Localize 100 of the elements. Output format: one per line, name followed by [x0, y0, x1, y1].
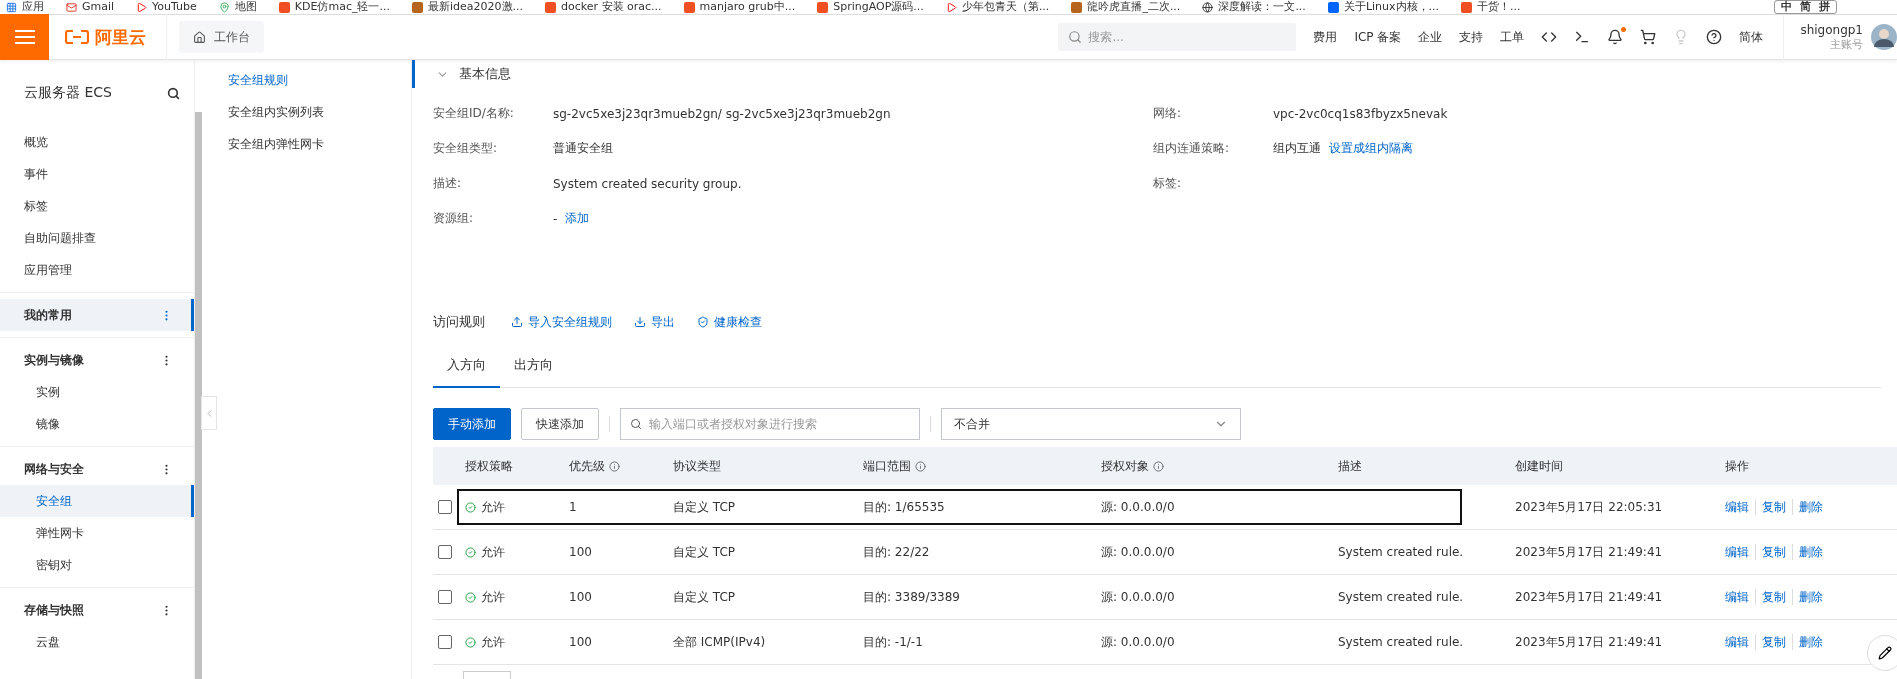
row-action-link[interactable]: 删除: [1799, 633, 1823, 651]
sidebar-group[interactable]: 我的常用: [0, 299, 194, 331]
row-action-link[interactable]: 编辑: [1725, 588, 1749, 606]
sidebar-item[interactable]: 标签: [0, 190, 194, 222]
sidebar-item[interactable]: 概览: [0, 126, 194, 158]
table-cell-text: 2023年5月17日 21:49:41: [1515, 543, 1664, 561]
bookmark[interactable]: 关于Linux内核，...: [1327, 1, 1439, 13]
row-checkbox[interactable]: [438, 635, 452, 649]
check-circle-icon: [465, 591, 476, 603]
sidebar-title: 云服务器 ECS: [24, 84, 112, 102]
row-action-link[interactable]: 复制: [1762, 498, 1786, 516]
sidebar-item[interactable]: 云盘: [0, 626, 194, 658]
field-label: 安全组ID/名称:: [433, 105, 515, 122]
bookmark[interactable]: 深度解读：一文...: [1202, 1, 1306, 13]
header-link[interactable]: 工单: [1500, 28, 1525, 46]
header-link[interactable]: 费用: [1313, 28, 1338, 46]
field-value: vpc-2vc0cq1s83fbyzx5nevak: [1273, 106, 1448, 121]
bookmark[interactable]: KDE仿mac_轻一...: [278, 1, 390, 13]
help-icon[interactable]: [1706, 29, 1723, 45]
row-action-link[interactable]: 删除: [1799, 498, 1823, 516]
row-action-link[interactable]: 删除: [1799, 543, 1823, 561]
table-cell-text: System created rule.: [1338, 590, 1465, 604]
merge-select[interactable]: 不合并: [941, 408, 1241, 440]
logo-icon: [65, 30, 89, 44]
ime-button[interactable]: 中: [1781, 1, 1792, 13]
sidebar-item[interactable]: 密钥对: [0, 549, 194, 581]
cart-icon[interactable]: [1640, 29, 1657, 45]
sidebar-group[interactable]: 存储与快照: [0, 594, 194, 626]
sidebar-item[interactable]: 镜像: [0, 408, 194, 440]
menu-button[interactable]: [0, 14, 49, 60]
table-cell-text: 2023年5月17日 21:49:41: [1515, 633, 1664, 651]
table-cell-text: 100: [569, 590, 593, 604]
api-icon[interactable]: [1541, 29, 1558, 45]
search-field[interactable]: 输入端口或者授权对象进行搜索: [620, 408, 920, 440]
sidebar-item[interactable]: 弹性网卡: [0, 517, 194, 549]
bookmark[interactable]: Gmail: [66, 1, 115, 13]
bookmark[interactable]: docker 安装 orac...: [545, 1, 662, 13]
quick-add-button[interactable]: 快速添加: [521, 408, 599, 440]
terminal-icon[interactable]: [1574, 29, 1591, 45]
sidebar-group[interactable]: 网络与安全: [0, 453, 194, 485]
add-button[interactable]: 手动添加: [433, 408, 511, 440]
field-label: 网络:: [1153, 105, 1183, 122]
row-action-link[interactable]: 复制: [1762, 633, 1786, 651]
language-link[interactable]: 简体: [1739, 28, 1764, 46]
edit-button[interactable]: [1867, 635, 1897, 671]
table-cell: 允许: [465, 543, 569, 561]
bookmark[interactable]: 地图: [218, 1, 257, 13]
bookmark[interactable]: 少年包青天（第...: [945, 1, 1050, 13]
search-icon[interactable]: [167, 86, 180, 100]
bookmark[interactable]: YouTube: [136, 1, 197, 13]
search-field[interactable]: 搜索...: [1058, 23, 1297, 51]
direction-tab[interactable]: 入方向: [433, 346, 500, 388]
bookmark[interactable]: 应用: [6, 1, 44, 13]
action-link[interactable]: 导出: [634, 313, 675, 331]
table-cell: 允许: [465, 588, 569, 606]
sub-nav-item[interactable]: 安全组规则: [202, 64, 411, 96]
bookmark[interactable]: 干货！...: [1461, 1, 1521, 13]
ime-button[interactable]: 拼: [1819, 1, 1830, 13]
bell-icon[interactable]: [1607, 29, 1624, 45]
sidebar-item[interactable]: 应用管理: [0, 254, 194, 286]
user-name[interactable]: shigongp1: [1800, 22, 1863, 37]
field-link[interactable]: 设置成组内隔离: [1329, 140, 1413, 157]
sub-nav-item[interactable]: 安全组内弹性网卡: [202, 128, 411, 160]
avatar[interactable]: [1871, 24, 1897, 50]
ime-button[interactable]: 简: [1800, 1, 1811, 13]
direction-tab[interactable]: 出方向: [500, 346, 567, 388]
action-link[interactable]: 导入安全组规则: [511, 313, 612, 331]
row-action-link[interactable]: 删除: [1799, 588, 1823, 606]
bookmark[interactable]: 龍吟虎直播_二次...: [1071, 1, 1181, 13]
row-checkbox[interactable]: [438, 500, 452, 514]
bookmark[interactable]: manjaro grub中...: [683, 1, 796, 13]
workbench-button[interactable]: 工作台: [179, 21, 264, 53]
row-action-link[interactable]: 复制: [1762, 588, 1786, 606]
row-action-link[interactable]: 复制: [1762, 543, 1786, 561]
field-link[interactable]: 添加: [565, 210, 590, 227]
row-checkbox[interactable]: [438, 545, 452, 559]
row-action-link[interactable]: 编辑: [1725, 633, 1749, 651]
sidebar-item[interactable]: 事件: [0, 158, 194, 190]
row-action-link[interactable]: 编辑: [1725, 498, 1749, 516]
info-icon: [915, 460, 926, 472]
column-header: 端口范围: [863, 457, 1101, 475]
bookmark[interactable]: 最新idea2020激...: [411, 1, 523, 13]
scrollbar[interactable]: [195, 112, 202, 679]
bookmark-icon: [1461, 1, 1472, 13]
header-link[interactable]: 企业: [1418, 28, 1443, 46]
sidebar-item[interactable]: 实例: [0, 376, 194, 408]
header-link[interactable]: 支持: [1459, 28, 1484, 46]
table-cell-text: System created rule.: [1338, 635, 1465, 649]
header-link[interactable]: ICP 备案: [1354, 28, 1402, 46]
sidebar-item[interactable]: 自助问题排查: [0, 222, 194, 254]
action-link[interactable]: 健康检查: [697, 313, 762, 331]
row-action-link[interactable]: 编辑: [1725, 543, 1749, 561]
group-title: 存储与快照: [24, 601, 84, 619]
sidebar-item[interactable]: 安全组: [0, 485, 194, 517]
table-cell-text: 源: 0.0.0.0/0: [1101, 633, 1176, 651]
sidebar-group[interactable]: 实例与镜像: [0, 344, 194, 376]
row-checkbox[interactable]: [438, 590, 452, 604]
field-value: sg-2vc5xe3j23qr3mueb2gn/ sg-2vc5xe3j23qr3mueb2gn: [553, 106, 891, 121]
bookmark[interactable]: SpringAOP源码...: [817, 1, 924, 13]
sub-nav-item[interactable]: 安全组内实例列表: [202, 96, 411, 128]
